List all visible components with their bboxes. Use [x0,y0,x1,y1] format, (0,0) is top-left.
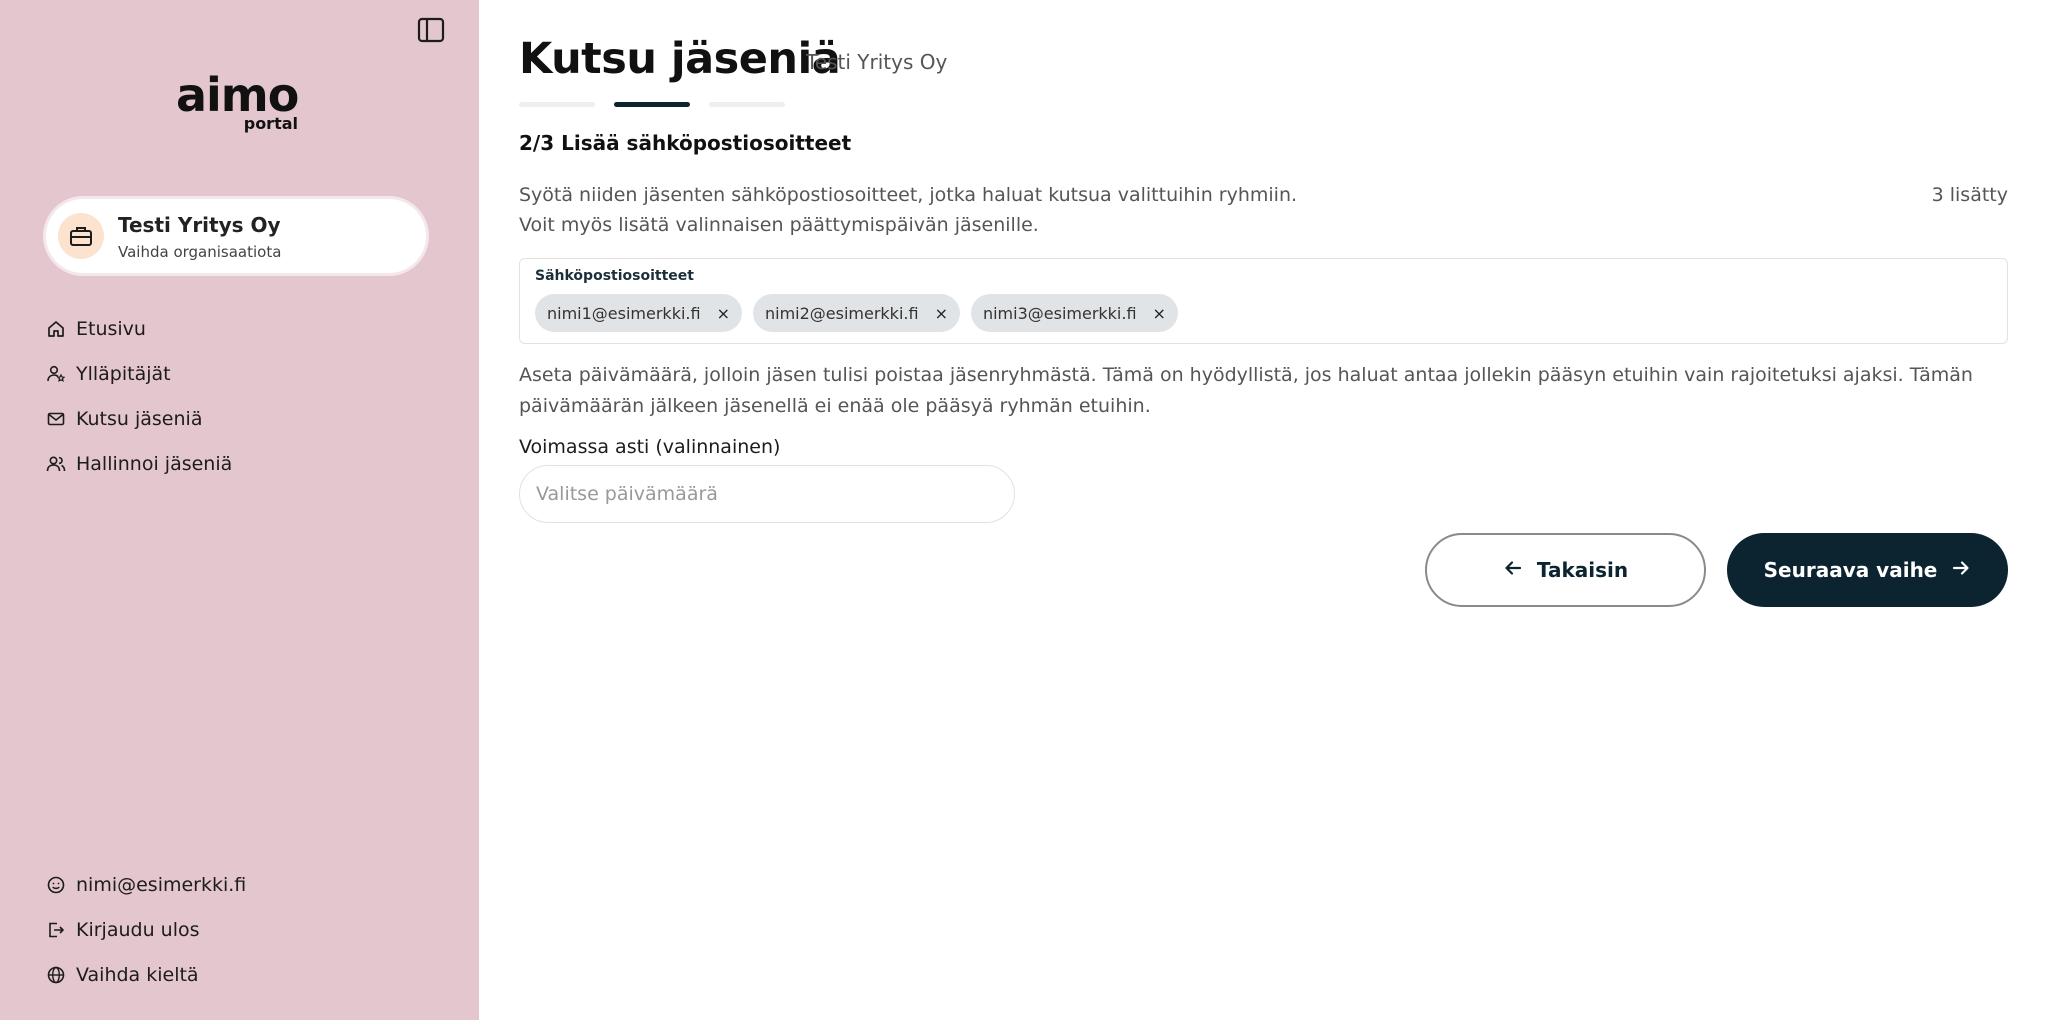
step-description: Syötä niiden jäsenten sähköpostiosoittee… [519,180,1519,240]
chip-remove-icon[interactable]: × [1153,304,1166,323]
nav-item-home[interactable]: Etusivu [44,306,232,351]
next-step-button[interactable]: Seuraava vaihe [1727,533,2008,607]
main-content: Kutsu jäseniä Testi Yritys Oy 2/3 Lisää … [519,0,2048,1020]
chip-email: nimi2@esimerkki.fi [764,303,919,323]
nav-item-logout[interactable]: Kirjaudu ulos [44,907,246,952]
nav-item-language[interactable]: Vaihda kieltä [44,952,246,997]
chip-email: nimi3@esimerkki.fi [982,303,1137,323]
nav-item-account[interactable]: nimi@esimerkki.fi [44,862,246,907]
progress-stepper [519,102,785,107]
briefcase-icon [58,213,104,259]
nav-item-admins[interactable]: Ylläpitäjät [44,351,232,396]
users-icon [44,452,68,476]
email-chip: nimi1@esimerkki.fi × [535,294,742,332]
logo-word: aimo [176,68,299,122]
step-heading: 2/3 Lisää sähköpostiosoitteet [519,131,852,155]
back-button[interactable]: Takaisin [1425,533,1706,607]
nav-label: Ylläpitäjät [76,362,171,385]
arrow-right-icon [1951,558,1971,583]
email-input-box[interactable]: Sähköpostiosoitteet nimi1@esimerkki.fi ×… [519,258,2008,344]
added-count: 3 lisätty [1931,184,2008,206]
expiry-info-text: Aseta päivämäärä, jolloin jäsen tulisi p… [519,360,1999,422]
switch-org-label: Vaihda organisaatiota [118,243,282,261]
nav-label: Etusivu [76,317,146,340]
step-3-indicator [709,102,785,107]
logout-icon [44,918,68,942]
admin-user-icon [44,362,68,386]
back-button-label: Takaisin [1536,558,1629,582]
smiley-icon [44,873,68,897]
arrow-left-icon [1503,558,1523,583]
nav-item-manage-members[interactable]: Hallinnoi jäseniä [44,441,232,486]
account-email: nimi@esimerkki.fi [76,873,247,896]
account-nav: nimi@esimerkki.fi Kirjaudu ulos Vaihda k… [44,862,246,997]
org-name: Testi Yritys Oy [118,213,281,237]
email-field-label: Sähköpostiosoitteet [535,268,694,284]
email-chip: nimi3@esimerkki.fi × [970,294,1178,332]
aimo-portal-logo[interactable]: aimo portal [176,72,300,134]
home-icon [44,317,68,341]
description-line: Voit myös lisätä valinnaisen päättymispä… [519,214,1039,236]
chip-email: nimi1@esimerkki.fi [547,303,701,323]
mail-icon [44,407,68,431]
main-nav: Etusivu Ylläpitäjät Kutsu jäseniä Hallin… [44,306,232,486]
sidebar-toggle-icon[interactable] [417,16,445,44]
expiry-date-label: Voimassa asti (valinnainen) [519,436,781,458]
expiry-date-input[interactable] [519,465,1015,523]
chip-remove-icon[interactable]: × [717,304,730,323]
info-line: päivämäärän jälkeen jäsenellä ei enää ol… [519,395,1151,417]
nav-label: Hallinnoi jäseniä [76,452,233,475]
page-org-name: Testi Yritys Oy [806,50,948,74]
next-button-label: Seuraava vaihe [1763,558,1938,582]
language-label: Vaihda kieltä [76,963,199,986]
step-1-indicator [519,102,595,107]
email-chips: nimi1@esimerkki.fi × nimi2@esimerkki.fi … [535,294,1178,332]
step-2-indicator [614,102,690,107]
email-chip: nimi2@esimerkki.fi × [752,294,960,332]
chip-remove-icon[interactable]: × [935,304,948,323]
organization-switcher[interactable]: Testi Yritys Oy Vaihda organisaatiota [46,199,426,273]
nav-label: Kutsu jäseniä [76,407,203,430]
page-title: Kutsu jäseniä [519,34,841,84]
nav-item-invite-members[interactable]: Kutsu jäseniä [44,396,232,441]
logo-sub: portal [243,114,298,133]
logout-label: Kirjaudu ulos [76,918,200,941]
globe-icon [44,963,68,987]
sidebar: aimo portal Testi Yritys Oy Vaihda organ… [0,0,479,1020]
info-line: Aseta päivämäärä, jolloin jäsen tulisi p… [519,364,1973,386]
description-line: Syötä niiden jäsenten sähköpostiosoittee… [519,184,1298,206]
